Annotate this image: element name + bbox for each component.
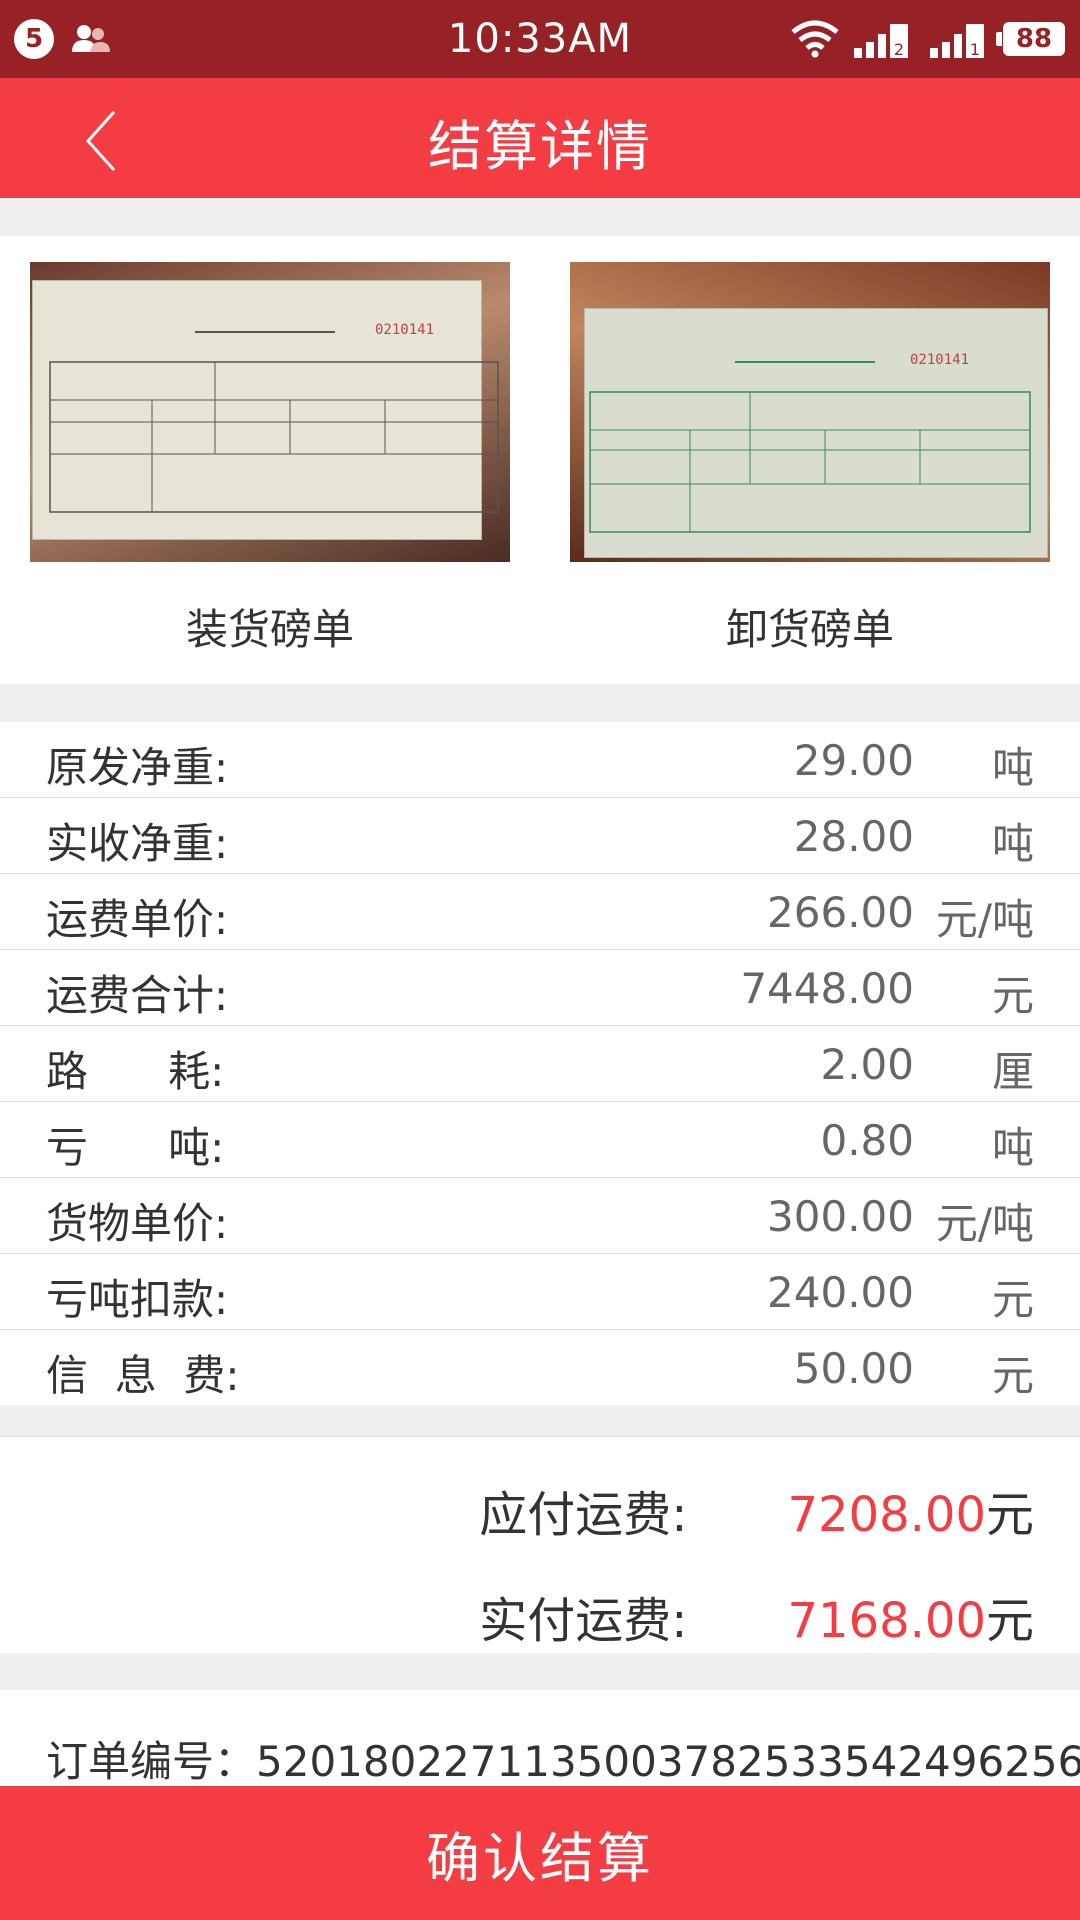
detail-unit: 元/吨 (935, 895, 1034, 944)
detail-value: 300.00 (767, 1192, 914, 1241)
detail-unit: 吨 (991, 819, 1034, 868)
detail-unit: 元 (991, 1275, 1034, 1324)
loading-ticket-card[interactable]: 0210141 装货磅单 (30, 262, 510, 657)
detail-value: 0.80 (820, 1116, 914, 1165)
detail-value: 2.00 (820, 1040, 914, 1089)
unloading-ticket-card[interactable]: 0210141 卸货磅单 (570, 262, 1050, 657)
order-number: 订单编号：52018022711350037825335424962​56 (46, 1737, 1080, 1786)
detail-row-original-net-weight: 原发净重: 29.00 吨 (0, 722, 1080, 798)
loading-ticket-caption: 装货磅单 (185, 605, 354, 654)
paid-freight-amount: 7168.00 (787, 1593, 986, 1649)
detail-unit: 元 (991, 971, 1034, 1020)
paid-freight-label: 实付运费: (479, 1593, 688, 1649)
detail-value: 28.00 (793, 812, 914, 861)
payable-freight: 应付运费: 7208.00 元 (479, 1475, 1034, 1545)
freight-totals: 应付运费: 7208.00 元 实付运费: 7168.00 元 (0, 1436, 1080, 1653)
detail-label: 实收净重: (46, 819, 229, 868)
signal-icon: 1 (930, 24, 984, 59)
svg-text:0210141: 0210141 (375, 322, 434, 338)
confirm-settlement-button[interactable]: 确认结算 (0, 1786, 1080, 1920)
detail-label: 信 息 费: (46, 1351, 240, 1400)
detail-unit: 元 (991, 1351, 1034, 1400)
ticket-form-lines: 0210141 (589, 352, 1031, 533)
detail-unit: 吨 (991, 1123, 1034, 1172)
wifi-icon (791, 20, 839, 58)
battery-icon: 88 (996, 22, 1065, 56)
unloading-ticket-caption: 卸货磅单 (725, 605, 894, 654)
loading-ticket-photo[interactable]: 0210141 (30, 262, 510, 562)
status-time: 10:33AM (447, 16, 633, 62)
detail-value: 50.00 (793, 1344, 914, 1393)
payable-freight-label: 应付运费: (479, 1487, 688, 1543)
status-bar: 5 10:33AM 2 1 88 (0, 0, 1080, 78)
detail-label: 运费单价: (46, 895, 229, 944)
detail-value: 7448.00 (740, 964, 914, 1013)
detail-row-transit-loss: 路 耗: 2.00 厘 (0, 1026, 1080, 1102)
detail-label: 运费合计: (46, 971, 229, 1020)
detail-value: 240.00 (767, 1268, 914, 1317)
payable-freight-amount: 7208.00 (787, 1487, 986, 1543)
detail-row-info-fee: 信 息 费: 50.00 元 (0, 1330, 1080, 1405)
detail-row-shortage-tons: 亏 吨: 0.80 吨 (0, 1102, 1080, 1178)
title-bar: 结算详情 (0, 78, 1080, 198)
detail-label: 货物单价: (46, 1199, 229, 1248)
detail-row-freight-unit-price: 运费单价: 266.00 元/吨 (0, 874, 1080, 950)
weigh-ticket-photos: 0210141 装货磅单 0210141 卸货磅单 (0, 236, 1080, 684)
detail-value: 266.00 (767, 888, 914, 937)
detail-value: 29.00 (793, 736, 914, 785)
order-number-section: 订单编号：52018022711350037825335424962​56 (0, 1690, 1080, 1786)
detail-label: 路 耗: (46, 1047, 225, 1096)
svg-text:0210141: 0210141 (910, 352, 969, 368)
paid-freight-unit: 元 (985, 1593, 1034, 1649)
detail-unit: 厘 (991, 1047, 1034, 1096)
detail-row-received-net-weight: 实收净重: 28.00 吨 (0, 798, 1080, 874)
settlement-details: 原发净重: 29.00 吨 实收净重: 28.00 吨 运费单价: 266.00… (0, 722, 1080, 1405)
detail-label: 原发净重: (46, 743, 229, 792)
sim1-label: 2 (894, 40, 904, 59)
sim2-label: 1 (970, 40, 980, 59)
ticket-form-lines: 0210141 (49, 322, 499, 513)
page-title: 结算详情 (428, 115, 652, 178)
detail-row-goods-unit-price: 货物单价: 300.00 元/吨 (0, 1178, 1080, 1254)
detail-unit: 元/吨 (935, 1199, 1034, 1248)
detail-label: 亏 吨: (46, 1123, 225, 1172)
payable-freight-unit: 元 (985, 1487, 1034, 1543)
detail-label: 亏吨扣款: (46, 1275, 229, 1324)
unloading-ticket-photo[interactable]: 0210141 (570, 262, 1050, 562)
detail-row-shortage-deduction: 亏吨扣款: 240.00 元 (0, 1254, 1080, 1330)
signal-icon: 2 (854, 24, 908, 59)
detail-row-freight-total: 运费合计: 7448.00 元 (0, 950, 1080, 1026)
detail-unit: 吨 (991, 743, 1034, 792)
paid-freight: 实付运费: 7168.00 元 (479, 1581, 1034, 1651)
